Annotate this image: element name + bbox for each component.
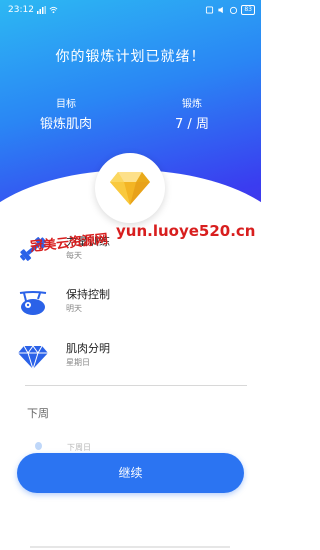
nfc-icon [206,6,214,14]
list-item-title: 肌肉分明 [66,342,110,355]
wifi-icon [49,6,58,14]
battery-indicator: 83 [241,5,255,15]
sloth-icon [19,291,47,315]
divider [25,385,247,386]
diamond-icon [18,345,48,371]
plan-badge [95,153,165,223]
watermark: 冠美云资源网 yun.luoye520.cn [20,222,260,256]
signal-icon [36,6,46,14]
next-week-label: 下周 [27,407,49,420]
person-icon [35,442,42,450]
continue-button[interactable]: 继续 [17,453,244,493]
list-item: 肌肉分明 星期日 [18,337,238,375]
training-value: 7 / 周 [175,117,209,132]
status-bar: 23:12 83 [0,0,261,22]
status-time: 23:12 [8,5,34,15]
list-item-title: 保持控制 [66,288,110,301]
training-label: 锻炼 [182,99,202,110]
list-item-subtitle: 明天 [66,304,82,313]
gem-icon [110,172,150,205]
nav-bar [30,546,230,548]
alarm-icon [230,6,238,14]
mute-icon [218,6,224,14]
goal-label: 目标 [56,99,76,110]
faded-list-item-text: 下周日 [67,443,91,452]
goal-value: 锻炼肌肉 [39,117,92,132]
list-item-subtitle: 星期日 [66,358,90,367]
watermark-url: yun.luoye520.cn [116,222,256,240]
page-title: 你的锻炼计划已就绪！ [55,49,206,65]
watermark-cn: 冠美云资源网 [29,231,109,256]
list-item: 保持控制 明天 [18,283,238,321]
